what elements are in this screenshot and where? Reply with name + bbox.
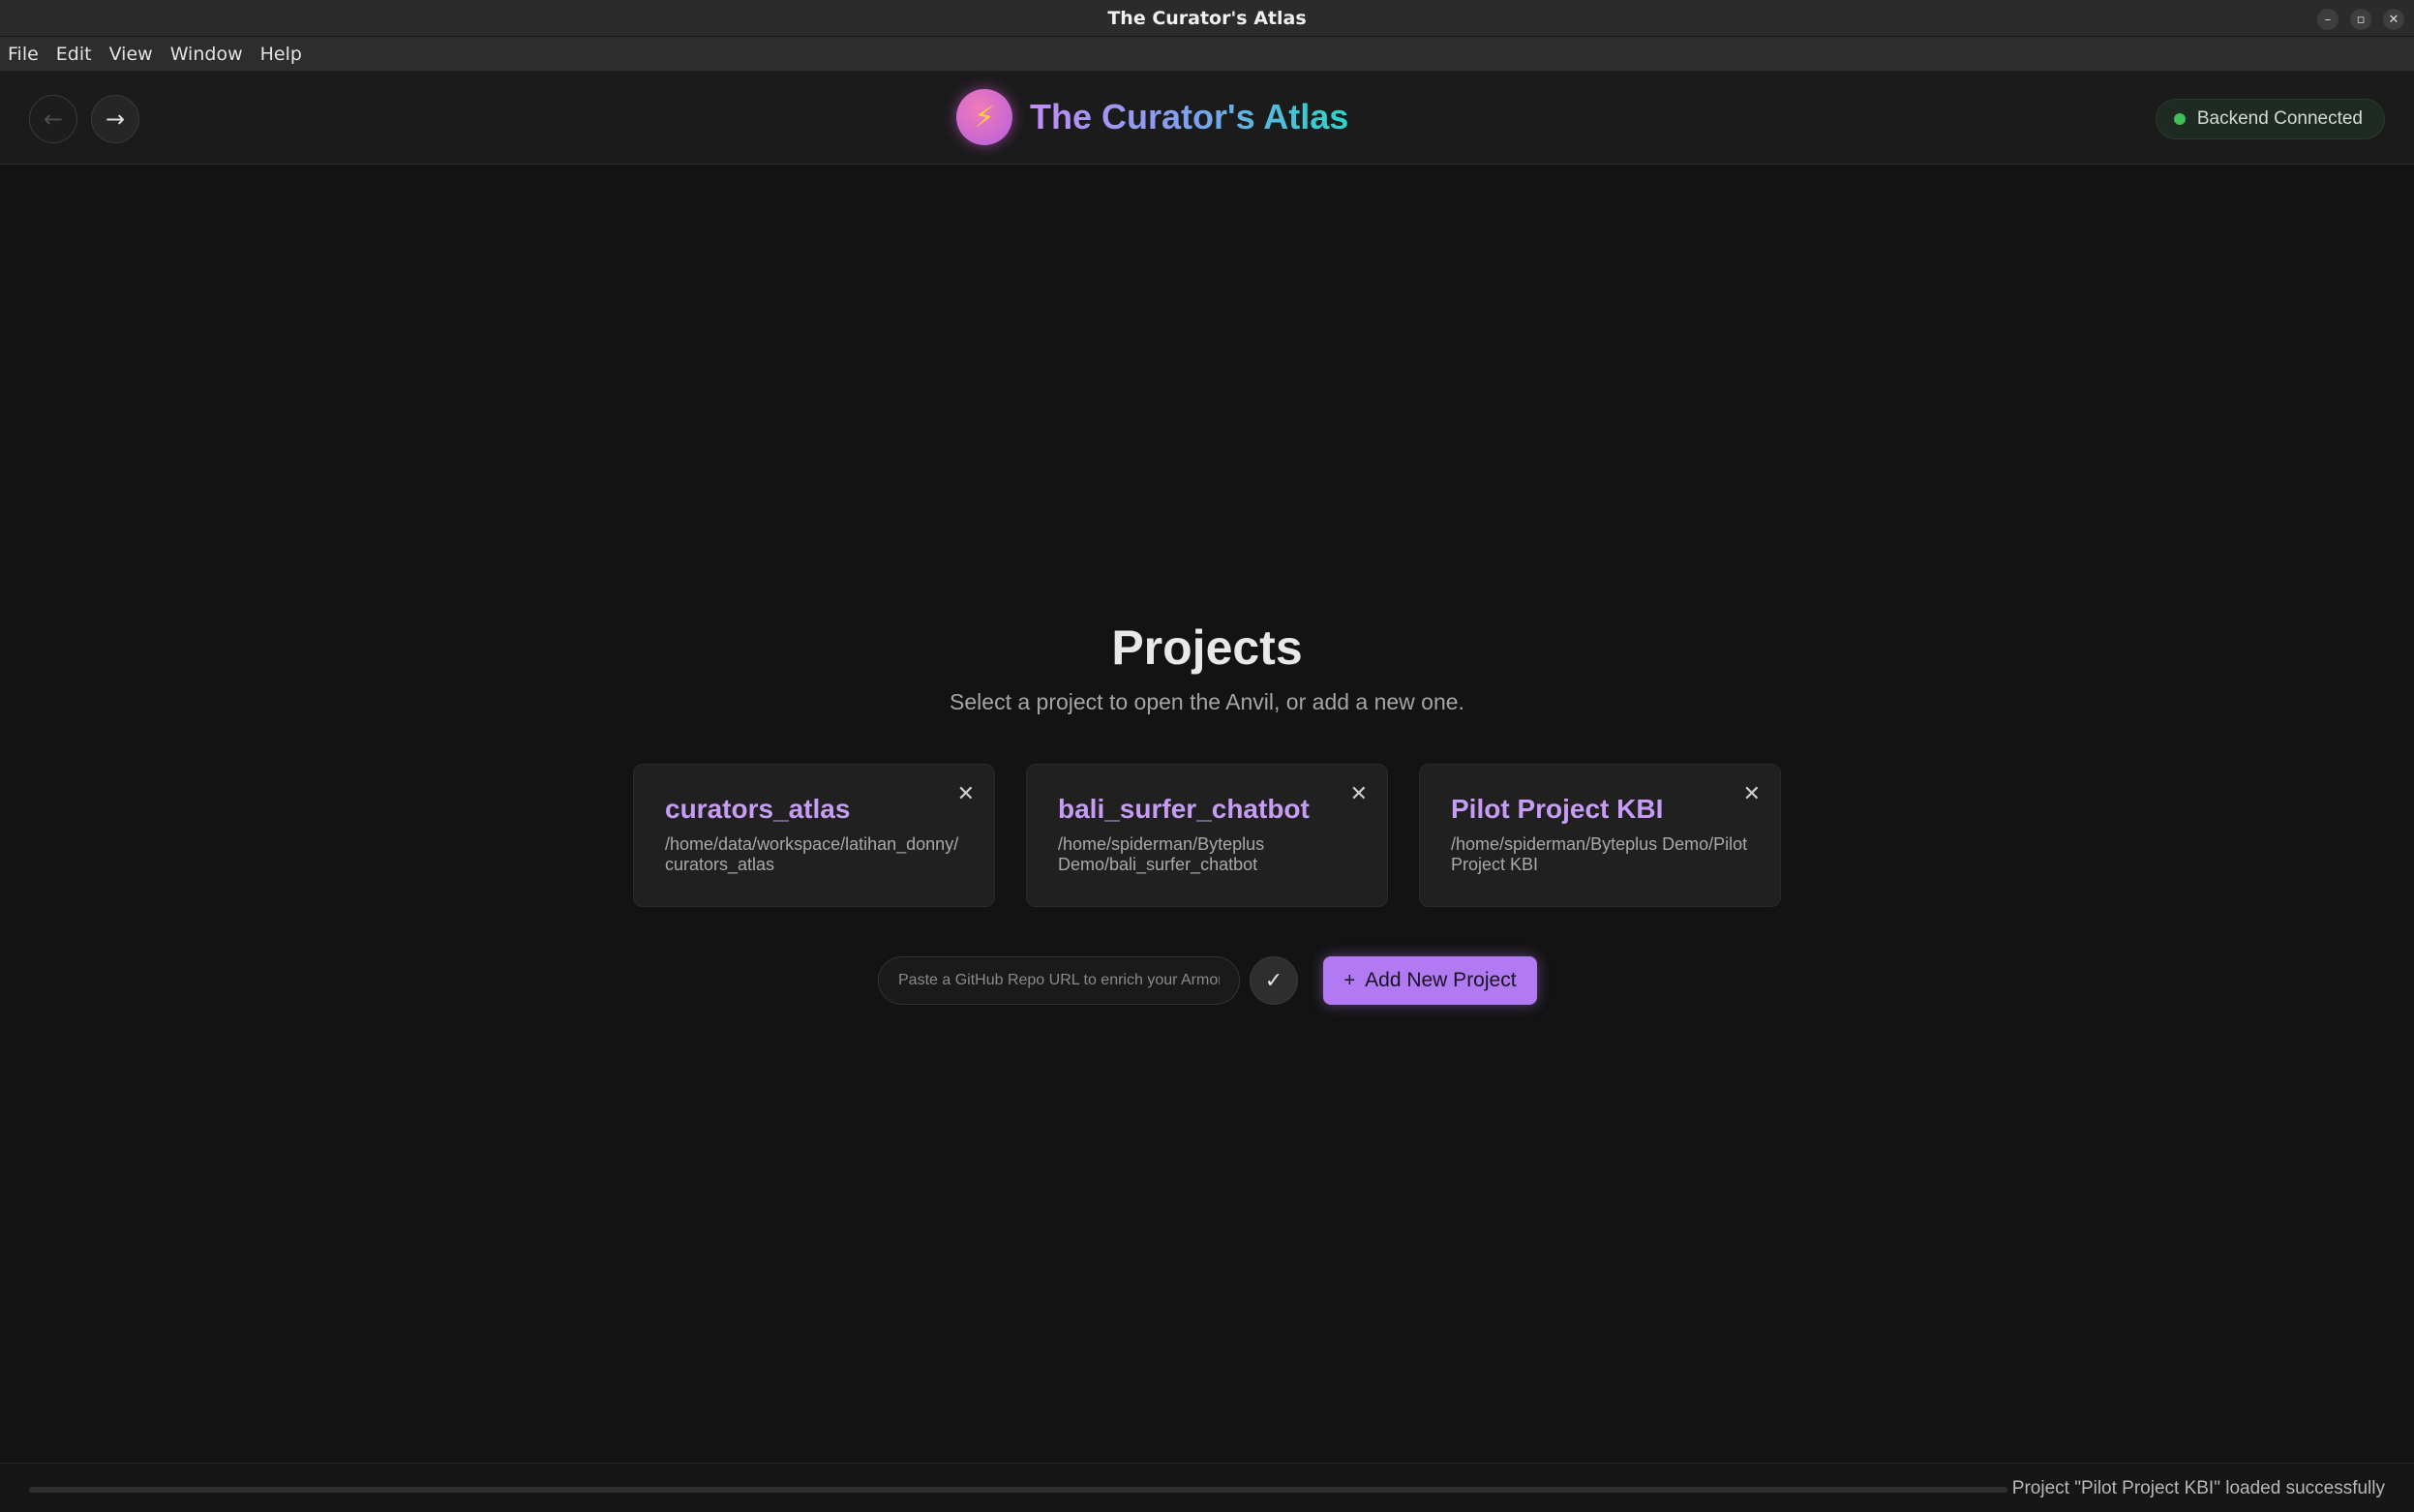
forward-button[interactable]: →	[91, 95, 139, 143]
remove-project-icon[interactable]: ✕	[1743, 782, 1761, 806]
project-path: /home/spiderman/Byteplus Demo/bali_surfe…	[1058, 834, 1265, 874]
app-header: ← → ⚡ The Curator's Atlas Backend Connec…	[0, 72, 2414, 165]
remove-project-icon[interactable]: ✕	[1350, 782, 1368, 806]
status-message: Project "Pilot Project KBI" loaded succe…	[2011, 1478, 2385, 1498]
menu-help[interactable]: Help	[260, 44, 302, 65]
remove-project-icon[interactable]: ✕	[957, 782, 975, 806]
github-url-input[interactable]	[878, 956, 1240, 1005]
project-name: Pilot Project KBI	[1451, 794, 1664, 824]
project-card[interactable]: bali_surfer_chatbot /home/spiderman/Byte…	[1026, 764, 1388, 907]
page-subtitle: Select a project to open the Anvil, or a…	[950, 689, 1464, 714]
project-name: curators_atlas	[665, 794, 851, 824]
menu-bar: File Edit View Window Help	[0, 37, 2414, 72]
page-title: Projects	[1111, 620, 1303, 675]
minimize-icon[interactable]: –	[2317, 9, 2339, 30]
brand: ⚡ The Curator's Atlas	[956, 89, 1348, 145]
plus-icon: +	[1343, 969, 1356, 991]
project-card[interactable]: curators_atlas /home/data/workspace/lati…	[633, 764, 995, 907]
app-name: The Curator's Atlas	[1030, 97, 1349, 136]
menu-view[interactable]: View	[109, 44, 153, 65]
status-bar: Project "Pilot Project KBI" loaded succe…	[0, 1463, 2414, 1512]
project-card[interactable]: Pilot Project KBI /home/spiderman/Bytepl…	[1419, 764, 1781, 907]
back-button[interactable]: ←	[29, 95, 77, 143]
confirm-url-button[interactable]: ✓	[1250, 956, 1298, 1005]
arrow-right-icon: →	[105, 106, 126, 133]
project-name: bali_surfer_chatbot	[1058, 794, 1310, 824]
menu-window[interactable]: Window	[170, 44, 243, 65]
status-dot-icon	[2173, 113, 2186, 125]
add-project-label: Add New Project	[1365, 969, 1517, 991]
menu-file[interactable]: File	[8, 44, 39, 65]
project-path: /home/spiderman/Byteplus Demo/Pilot Proj…	[1451, 834, 1748, 874]
menu-edit[interactable]: Edit	[56, 44, 92, 65]
close-window-icon[interactable]: ✕	[2383, 9, 2404, 30]
progress-bar	[29, 1487, 2007, 1493]
lightning-logo-icon: ⚡	[956, 89, 1012, 145]
window-title: The Curator's Atlas	[1107, 7, 1307, 29]
arrow-left-icon: ←	[43, 106, 64, 133]
status-badge: Backend Connected	[2155, 99, 2385, 139]
window-controls: – ▫ ✕	[2317, 9, 2404, 30]
checkmark-icon: ✓	[1264, 968, 1283, 993]
project-path: /home/data/workspace/latihan_donny/ cura…	[665, 834, 959, 874]
maximize-icon[interactable]: ▫	[2350, 9, 2371, 30]
window-titlebar: The Curator's Atlas – ▫ ✕	[0, 0, 2414, 37]
status-text: Backend Connected	[2196, 108, 2363, 129]
add-new-project-button[interactable]: + Add New Project	[1323, 956, 1537, 1005]
